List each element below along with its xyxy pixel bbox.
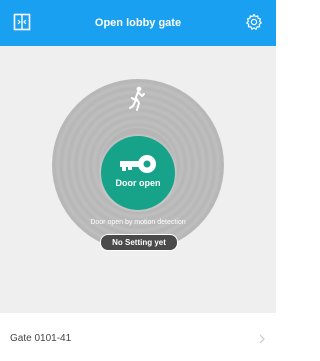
no-setting-button[interactable]: No Setting yet — [100, 234, 178, 251]
gate-list-item[interactable]: Gate 0101-41 — [0, 313, 276, 361]
settings-button[interactable] — [238, 6, 270, 38]
door-control-area: Door open Door open by motion detection … — [0, 46, 276, 313]
page-title: Open lobby gate — [94, 17, 182, 29]
motion-detection-text: Door open by motion detection — [90, 219, 186, 226]
key-icon — [120, 155, 156, 173]
gate-name: Gate 0101-41 — [10, 333, 72, 344]
walking-person-icon — [129, 86, 145, 111]
gear-icon — [246, 13, 262, 30]
app-header: Open lobby gate — [0, 0, 276, 46]
chevron-right-icon — [259, 334, 265, 344]
door-status-label: Door open — [115, 178, 161, 188]
